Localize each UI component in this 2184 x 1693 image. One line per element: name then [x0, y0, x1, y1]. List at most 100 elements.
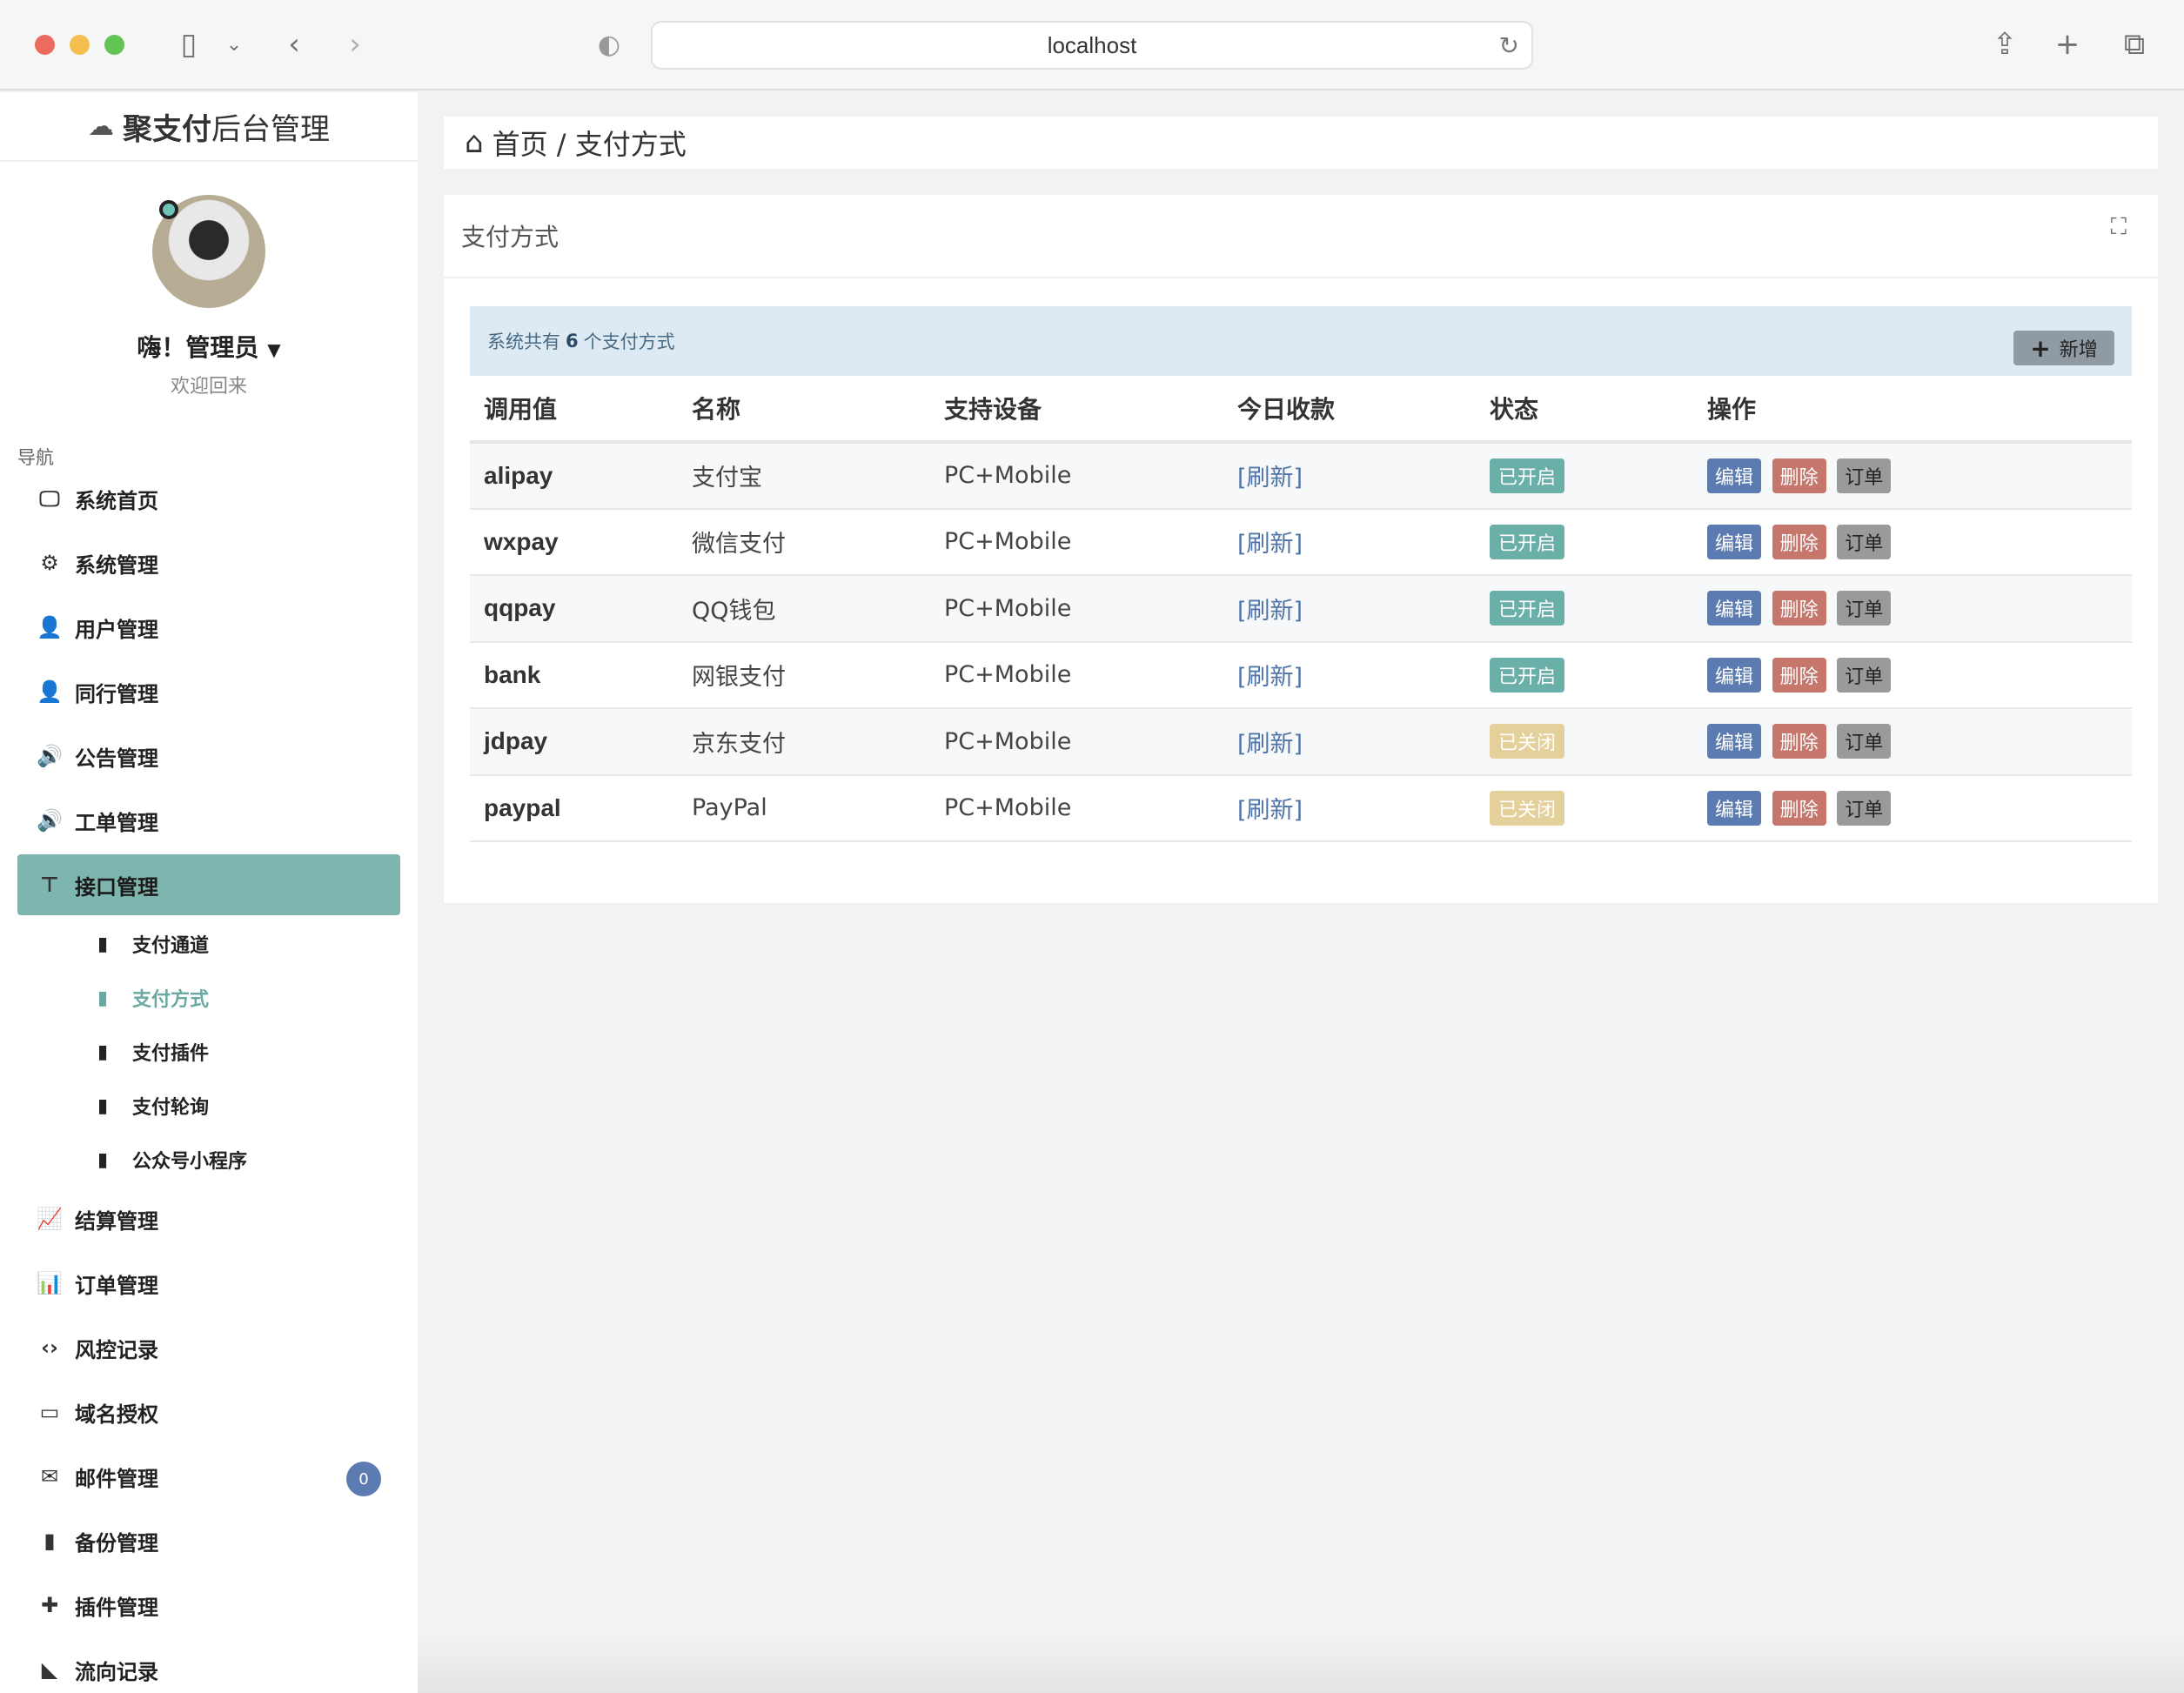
sidebar-item-orders[interactable]: 📊 订单管理 [17, 1251, 400, 1315]
sidebar-item-plugins[interactable]: ✚ 插件管理 [17, 1573, 400, 1637]
delete-button[interactable]: 删除 [1772, 790, 1826, 826]
user-icon: 👤 [37, 679, 63, 704]
edit-button[interactable]: 编辑 [1707, 724, 1762, 760]
status-badge[interactable]: 已关闭 [1490, 790, 1565, 826]
orders-button[interactable]: 订单 [1837, 591, 1892, 626]
cell-key: qqpay [470, 575, 678, 643]
cell-device: PC+Mobile [930, 442, 1223, 510]
status-badge[interactable]: 已开启 [1490, 524, 1565, 559]
orders-button[interactable]: 订单 [1837, 657, 1892, 693]
delete-button[interactable]: 删除 [1772, 591, 1826, 626]
address-bar[interactable]: localhost ↻ [651, 21, 1533, 70]
file-icon: ▮ [97, 1041, 109, 1063]
fullscreen-icon[interactable]: ⛶ [2111, 214, 2127, 241]
avatar[interactable] [152, 195, 265, 308]
sidebar-item-tickets[interactable]: 🔊 工单管理 [17, 788, 400, 853]
chevron-down-icon[interactable]: ⌄ [221, 24, 247, 64]
column-header: 调用值 [470, 376, 678, 444]
share-icon[interactable]: ⇪ [1986, 24, 2024, 64]
home-icon[interactable]: ⌂ [465, 125, 484, 160]
cell-device: PC+Mobile [930, 575, 1223, 643]
sidebar-item-settlement[interactable]: 📈 结算管理 [17, 1187, 400, 1251]
cell-actions: 编辑 删除 订单 [1693, 508, 2132, 576]
refresh-link[interactable]: [刷新] [1223, 641, 1476, 709]
card-icon: ▭ [39, 1400, 60, 1424]
url-text: localhost [1047, 31, 1137, 58]
edit-button[interactable]: 编辑 [1707, 458, 1762, 493]
brand-name: 聚支付 [123, 111, 211, 147]
user-menu-toggle[interactable]: 嗨！管理员 ▼ [0, 329, 418, 364]
refresh-link[interactable]: [刷新] [1223, 774, 1476, 842]
status-badge[interactable]: 已开启 [1490, 458, 1565, 493]
edit-button[interactable]: 编辑 [1707, 790, 1762, 826]
sidebar-item-domains[interactable]: ▭ 域名授权 [17, 1380, 400, 1444]
sidebar-item-label: 用户管理 [75, 617, 158, 642]
sidebar-item-announcements[interactable]: 🔊 公告管理 [17, 724, 400, 788]
minimize-window-button[interactable] [70, 35, 90, 55]
mail-count-badge: 0 [346, 1462, 381, 1496]
status-badge[interactable]: 已关闭 [1490, 724, 1565, 760]
sidebar-subitem-label: 公众号小程序 [132, 1151, 248, 1173]
sidebar-item-system[interactable]: ⚙ 系统管理 [17, 531, 400, 595]
zoom-window-button[interactable] [104, 35, 124, 55]
cell-status: 已关闭 [1476, 774, 1693, 842]
tabs-overview-icon[interactable]: ⧉ [2113, 24, 2156, 64]
info-count: 6 [566, 331, 579, 351]
delete-button[interactable]: 删除 [1772, 657, 1826, 693]
file-icon: ▮ [97, 1094, 109, 1117]
refresh-link[interactable]: [刷新] [1223, 708, 1476, 776]
sidebar-item-flow[interactable]: ◣ 流向记录 [17, 1637, 400, 1693]
cell-name: QQ钱包 [678, 575, 930, 643]
forward-icon[interactable]: › [338, 24, 372, 64]
gears-icon: ⚙ [40, 551, 59, 575]
sidebar-item-home[interactable]: 🖵 系统首页 [17, 466, 400, 531]
shield-icon[interactable]: ◐ [592, 24, 626, 64]
sidebar-item-label: 结算管理 [75, 1208, 158, 1234]
status-badge[interactable]: 已开启 [1490, 657, 1565, 693]
edit-button[interactable]: 编辑 [1707, 657, 1762, 693]
sidebar-subitem-channels[interactable]: ▮ 支付通道 [0, 917, 418, 971]
table-row: wxpay 微信支付 PC+Mobile [刷新] 已开启 编辑 删除 订单 [470, 508, 2132, 576]
reload-icon[interactable]: ↻ [1499, 31, 1519, 60]
orders-button[interactable]: 订单 [1837, 724, 1892, 760]
sidebar-item-mail[interactable]: ✉ 邮件管理 0 [17, 1444, 400, 1509]
sidebar-subitem-plugins[interactable]: ▮ 支付插件 [0, 1025, 418, 1079]
sidebar-item-label: 公告管理 [75, 746, 158, 771]
cell-device: PC+Mobile [930, 708, 1223, 776]
delete-button[interactable]: 删除 [1772, 524, 1826, 559]
new-tab-icon[interactable]: + [2048, 24, 2087, 64]
delete-button[interactable]: 删除 [1772, 724, 1826, 760]
browser-toolbar: ▯ ⌄ ‹ › ◐ localhost ↻ ⇪ + ⧉ [0, 0, 2184, 90]
add-payment-method-button[interactable]: + 新增 [2013, 331, 2114, 365]
orders-button[interactable]: 订单 [1837, 790, 1892, 826]
delete-button[interactable]: 删除 [1772, 458, 1826, 493]
cell-device: PC+Mobile [930, 508, 1223, 576]
orders-button[interactable]: 订单 [1837, 458, 1892, 493]
status-badge[interactable]: 已开启 [1490, 591, 1565, 626]
cell-actions: 编辑 删除 订单 [1693, 774, 2132, 842]
sidebar-subitem-methods[interactable]: ▮ 支付方式 [0, 971, 418, 1025]
edit-button[interactable]: 编辑 [1707, 591, 1762, 626]
sidebar-item-interfaces[interactable]: ⊤ 接口管理 [17, 854, 400, 915]
sidebar-subitem-polling[interactable]: ▮ 支付轮询 [0, 1079, 418, 1133]
refresh-link[interactable]: [刷新] [1223, 442, 1476, 510]
refresh-link[interactable]: [刷新] [1223, 508, 1476, 576]
refresh-link[interactable]: [刷新] [1223, 575, 1476, 643]
sidebar-subitem-label: 支付通道 [132, 935, 210, 957]
sidebar-toggle-icon[interactable]: ▯ [167, 24, 211, 64]
sidebar-item-backup[interactable]: ▮ 备份管理 [17, 1509, 400, 1573]
close-window-button[interactable] [35, 35, 55, 55]
sidebar-item-peers[interactable]: 👤 同行管理 [17, 659, 400, 724]
table-row: alipay 支付宝 PC+Mobile [刷新] 已开启 编辑 删除 订单 [470, 442, 2132, 510]
sidebar-item-users[interactable]: 👤 用户管理 [17, 595, 400, 659]
back-icon[interactable]: ‹ [277, 24, 312, 64]
cell-status: 已开启 [1476, 575, 1693, 643]
cell-name: 微信支付 [678, 508, 930, 576]
edit-button[interactable]: 编辑 [1707, 524, 1762, 559]
cell-actions: 编辑 删除 订单 [1693, 708, 2132, 776]
sidebar-item-risk[interactable]: ‹› 风控记录 [17, 1315, 400, 1380]
brand[interactable]: ☁ 聚支付 后台管理 [0, 92, 418, 162]
sidebar-subitem-miniprogram[interactable]: ▮ 公众号小程序 [0, 1133, 418, 1187]
orders-button[interactable]: 订单 [1837, 524, 1892, 559]
cell-name: 京东支付 [678, 708, 930, 776]
